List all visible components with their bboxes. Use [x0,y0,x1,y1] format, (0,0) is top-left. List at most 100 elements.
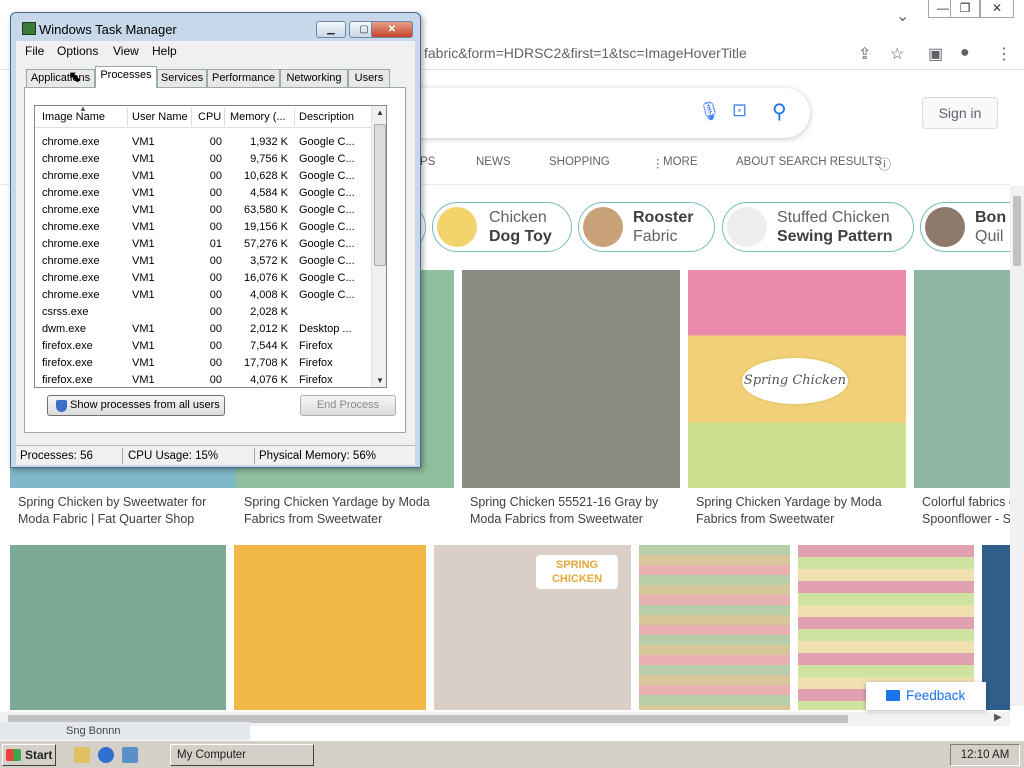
process-row[interactable]: chrome.exe VM1 00 63,580 K Google C... [35,202,372,219]
process-row[interactable]: csrss.exe 00 2,028 K [35,304,372,321]
result-image[interactable] [462,270,680,488]
process-row[interactable]: firefox.exe VM1 00 4,076 K Firefox [35,372,372,387]
result-caption[interactable]: Spring Chicken Yardage by Moda Fabrics f… [244,494,444,528]
col-cpu[interactable]: CPU [198,111,221,123]
process-row[interactable]: chrome.exe VM1 00 1,932 K Google C... [35,134,372,151]
tab-processes[interactable]: Processes [95,66,157,88]
result-caption[interactable]: Spring Chicken by Sweetwater for Moda Fa… [18,494,218,528]
star-icon[interactable]: ☆ [890,44,904,64]
tab-users[interactable]: Users [348,69,390,87]
chip-bon-quil[interactable]: Bon Quil [920,202,1020,252]
scrollbar-thumb[interactable] [1013,196,1021,266]
taskbar-item-my-computer[interactable]: My Computer [170,744,314,766]
process-row[interactable]: chrome.exe VM1 00 4,008 K Google C... [35,287,372,304]
process-list-scrollbar[interactable]: ▲ ▼ [371,106,386,387]
spring-chicken-badge: SPRING CHICKEN [536,555,618,589]
result-caption[interactable]: Spring Chicken 55521-16 Gray by Moda Fab… [470,494,670,528]
tab-news[interactable]: NEWS [476,156,511,168]
menu-icon[interactable]: ⋮ [996,44,1012,64]
menu-file[interactable]: File [25,44,44,58]
tm-close-button[interactable]: ✕ [371,21,413,38]
explorer-icon[interactable] [122,747,138,763]
vertical-scrollbar[interactable] [1010,186,1024,706]
result-caption[interactable]: Spring Chicken Yardage by Moda Fabrics f… [696,494,896,528]
result-tile-11[interactable] [982,545,1010,710]
result-image[interactable] [982,545,1010,710]
sign-in-button[interactable]: Sign in [922,97,998,129]
process-row[interactable]: dwm.exe VM1 00 2,012 K Desktop ... [35,321,372,338]
process-list[interactable]: Image Name ▲ User Name CPU Memory (... D… [34,105,387,388]
column-separator[interactable] [127,108,128,126]
restore-button[interactable]: ❐ [950,0,980,18]
tab-more[interactable]: MORE [663,156,698,168]
result-tile-3[interactable]: Spring Chicken 55521-16 Gray by Moda Fab… [462,270,680,536]
chip-thumbnail [583,207,623,247]
search-bar[interactable]: 🎙 ⊡ ⚲ [380,88,810,138]
tab-performance[interactable]: Performance [207,69,280,87]
show-all-processes-button[interactable]: Show processes from all users [47,395,225,416]
process-row[interactable]: firefox.exe VM1 00 17,708 K Firefox [35,355,372,372]
process-row[interactable]: chrome.exe VM1 00 9,756 K Google C... [35,151,372,168]
process-cpu: 00 [209,340,222,352]
process-row[interactable]: firefox.exe VM1 00 7,544 K Firefox [35,338,372,355]
process-row[interactable]: chrome.exe VM1 00 3,572 K Google C... [35,253,372,270]
result-tile-6[interactable] [10,545,226,710]
column-separator[interactable] [294,108,295,126]
clock[interactable]: 12:10 AM [950,744,1020,766]
menu-view[interactable]: View [113,44,139,58]
info-icon[interactable]: ⓘ [878,154,891,173]
tab-ps[interactable]: PS [420,156,435,168]
scrollbar-thumb[interactable] [374,124,386,266]
start-button[interactable]: Start [2,744,56,766]
mic-icon[interactable]: 🎙 [698,101,721,122]
result-tile-9[interactable] [639,545,790,710]
menu-help[interactable]: Help [152,44,177,58]
col-image-name[interactable]: Image Name [42,111,105,123]
menu-options[interactable]: Options [57,44,98,58]
tab-services[interactable]: Services [157,69,207,87]
scroll-down-icon[interactable]: ▼ [376,376,384,385]
ie-icon[interactable] [98,747,114,763]
scroll-up-icon[interactable]: ▲ [376,108,384,117]
result-image[interactable] [234,545,426,710]
tab-shopping[interactable]: SHOPPING [549,156,610,168]
close-button[interactable]: ✕ [980,0,1014,18]
chevron-down-icon[interactable]: ⌄ [896,6,909,26]
share-icon[interactable]: ⇪ [858,44,871,64]
process-row[interactable]: chrome.exe VM1 00 16,076 K Google C... [35,270,372,287]
result-tile-8[interactable]: SPRING CHICKEN [434,545,631,710]
tab-networking[interactable]: Networking [280,69,348,87]
more-dots-icon[interactable]: ⋮ [652,156,664,170]
chip-chicken-dog-toy[interactable]: Chicken Dog Toy [432,202,572,252]
result-image[interactable] [10,545,226,710]
col-user-name[interactable]: User Name [132,111,188,123]
col-description[interactable]: Description [299,111,354,123]
scroll-right-icon[interactable]: ▶ [994,712,1002,723]
feedback-button[interactable]: Feedback [866,682,986,710]
visual-search-icon[interactable]: ⊡ [732,100,747,121]
process-row[interactable]: chrome.exe VM1 00 4,584 K Google C... [35,185,372,202]
process-row[interactable]: chrome.exe VM1 00 19,156 K Google C... [35,219,372,236]
tab-applications[interactable]: Applications [26,69,95,87]
sidepanel-icon[interactable]: ▣ [928,44,943,64]
column-separator[interactable] [191,108,192,126]
col-memory[interactable]: Memory (... [230,111,286,123]
search-icon[interactable]: ⚲ [772,99,787,124]
process-row[interactable]: chrome.exe VM1 01 57,276 K Google C... [35,236,372,253]
result-tile-4[interactable]: Spring Chicken Spring Chicken Yardage by… [688,270,906,536]
end-process-button[interactable]: End Process [300,395,396,416]
result-image[interactable] [914,270,1010,488]
tab-about-results[interactable]: ABOUT SEARCH RESULTS [736,156,882,168]
column-separator[interactable] [224,108,225,126]
result-tile-7[interactable] [234,545,426,710]
tm-minimize-button[interactable]: ▁ [316,21,346,38]
show-desktop-icon[interactable] [74,747,90,763]
result-caption[interactable]: Colorful fabrics c Spoonflower - S [922,494,1010,528]
process-row[interactable]: chrome.exe VM1 00 10,628 K Google C... [35,168,372,185]
profile-icon[interactable]: ● [960,44,970,62]
chip-stuffed-chicken[interactable]: Stuffed Chicken Sewing Pattern [722,202,914,252]
result-tile-5[interactable]: Colorful fabrics c Spoonflower - S [914,270,1010,536]
url-text[interactable]: fabric&form=HDRSC2&first=1&tsc=ImageHove… [424,45,747,61]
chip-rooster-fabric[interactable]: Rooster Fabric [578,202,715,252]
result-image[interactable] [639,545,790,710]
